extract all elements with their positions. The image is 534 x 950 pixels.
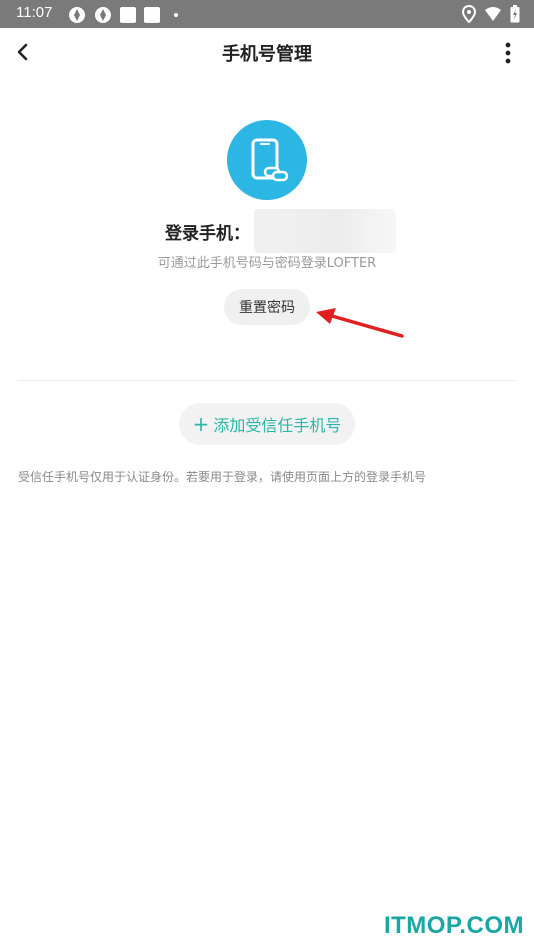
divider	[18, 380, 516, 381]
status-left-icons	[68, 6, 178, 24]
login-phone-row: 登录手机：	[165, 209, 396, 253]
page-title: 手机号管理	[222, 44, 312, 65]
phone-avatar	[227, 120, 307, 200]
status-right-icons	[462, 5, 520, 23]
location-icon	[462, 5, 476, 23]
phone-link-icon	[251, 138, 289, 182]
login-phone-label: 登录手机：	[165, 223, 250, 244]
trusted-phone-note: 受信任手机号仅用于认证身份。若要用于登录，请使用页面上方的登录手机号	[18, 470, 427, 484]
status-bar: 11:07	[0, 0, 534, 28]
masked-phone-number	[254, 209, 396, 253]
notification-icon	[144, 7, 160, 23]
annotation-arrow	[316, 308, 404, 338]
app-icon	[95, 7, 111, 23]
reset-password-button[interactable]: 重置密码	[224, 289, 310, 325]
wifi-icon	[485, 7, 501, 21]
add-trusted-phone-button[interactable]: + 添加受信任手机号	[179, 403, 355, 445]
top-bar: 手机号管理	[0, 28, 534, 76]
more-vertical-icon	[505, 42, 511, 64]
login-hint: 可通过此手机号码与密码登录LOFTER	[157, 256, 377, 271]
dot-icon	[174, 13, 178, 17]
notification-icon	[120, 7, 136, 23]
plus-icon: +	[192, 412, 210, 436]
watermark: ITMOP.COM	[383, 912, 524, 939]
app-icon	[69, 7, 85, 23]
status-time: 11:07	[16, 4, 53, 21]
add-trusted-phone-label: 添加受信任手机号	[213, 416, 342, 435]
battery-icon	[510, 5, 520, 23]
more-button[interactable]	[502, 40, 514, 66]
